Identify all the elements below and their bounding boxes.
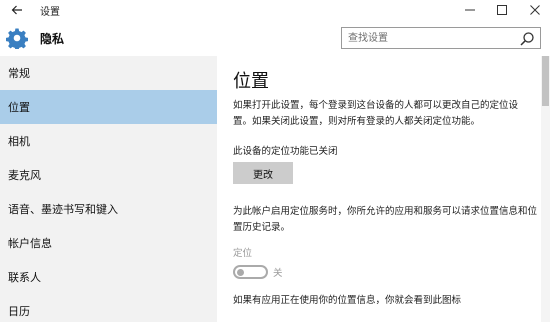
maximize-button[interactable]	[487, 0, 517, 20]
page-header: 隐私	[0, 20, 550, 56]
sidebar-item-label: 位置	[8, 101, 30, 114]
minimize-button[interactable]	[455, 0, 485, 20]
sidebar-item-account-info[interactable]: 帐户信息	[0, 226, 217, 260]
sidebar-item-label: 语音、墨迹书写和键入	[8, 203, 118, 216]
sidebar-item-label: 日历	[8, 305, 30, 318]
sidebar-item-camera[interactable]: 相机	[0, 124, 217, 158]
location-toggle[interactable]	[233, 265, 268, 279]
account-location-description: 为此帐户启用定位服务时，你所允许的应用和服务可以请求位置信息和位置历史记录。	[233, 206, 538, 233]
sidebar-item-contacts[interactable]: 联系人	[0, 260, 217, 294]
sidebar-item-label: 常规	[8, 67, 30, 80]
location-toggle-label: 定位	[233, 248, 253, 259]
section-title: 位置	[233, 71, 269, 92]
gear-icon	[6, 28, 28, 49]
change-button[interactable]: 更改	[233, 162, 293, 184]
sidebar-item-label: 麦克风	[8, 169, 41, 182]
device-location-status: 此设备的定位功能已关闭	[233, 146, 338, 157]
search-icon[interactable]	[519, 31, 535, 47]
maximize-icon	[497, 5, 507, 15]
back-button[interactable]	[6, 1, 28, 19]
sidebar-item-calendar[interactable]: 日历	[0, 294, 217, 322]
close-icon	[530, 5, 540, 15]
page-title: 隐私	[40, 32, 65, 46]
sidebar-item-label: 相机	[8, 135, 30, 148]
close-button[interactable]	[520, 0, 550, 20]
toggle-knob	[237, 268, 244, 276]
location-in-use-text: 如果有应用正在使用你的位置信息，你就会看到此图标	[233, 295, 462, 306]
toggle-state-label: 关	[273, 268, 283, 279]
window-title: 设置	[40, 7, 60, 18]
main-content: 位置 如果打开此设置，每个登录到这台设备的人都可以更改自己的定位设置。如果关闭此…	[217, 56, 550, 322]
minimize-icon	[465, 9, 475, 11]
sidebar-item-microphone[interactable]: 麦克风	[0, 158, 217, 192]
search-input[interactable]	[341, 27, 541, 49]
sidebar-item-label: 联系人	[8, 271, 41, 284]
sidebar-item-speech-inking-typing[interactable]: 语音、墨迹书写和键入	[0, 192, 217, 226]
scrollbar-thumb[interactable]	[542, 56, 549, 106]
location-description: 如果打开此设置，每个登录到这台设备的人都可以更改自己的定位设置。如果关闭此设置，…	[233, 100, 519, 127]
title-bar: 设置	[0, 0, 550, 20]
sidebar-item-label: 帐户信息	[8, 237, 52, 250]
sidebar: 常规 位置 相机 麦克风 语音、墨迹书写和键入 帐户信息 联系人 日历	[0, 56, 217, 322]
arrow-left-icon	[11, 5, 22, 15]
sidebar-item-location[interactable]: 位置	[0, 90, 217, 124]
sidebar-item-general[interactable]: 常规	[0, 56, 217, 90]
